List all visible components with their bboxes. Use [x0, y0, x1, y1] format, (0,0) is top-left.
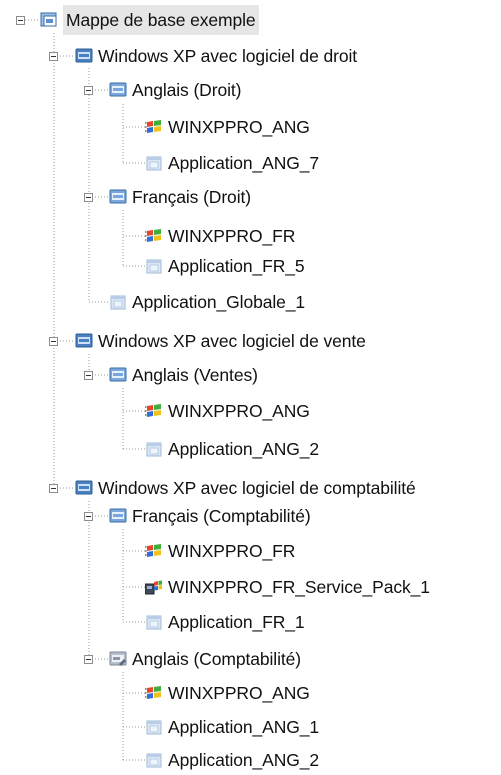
windows-flag-icon	[145, 120, 161, 133]
tree-node-label: Anglais (Droit)	[132, 80, 242, 100]
tree-node-app[interactable]: Application_ANG_2	[145, 434, 319, 464]
collapse-toggle-group-comptabilite[interactable]	[49, 484, 58, 493]
tree-node-app[interactable]: Application_Globale_1	[109, 287, 305, 317]
windows-flag-icon	[145, 404, 161, 417]
tree-node-label: WINXPPRO_FR_Service_Pack_1	[168, 577, 430, 597]
language-group-icon	[109, 189, 127, 204]
tree-node-label: WINXPPRO_FR	[168, 541, 296, 561]
map-tree: Mappe de base exemple Windows XP avec lo…	[0, 0, 501, 772]
language-group-icon	[109, 82, 127, 97]
collapse-toggle-anglais-droit[interactable]	[84, 86, 93, 95]
tree-node-subgroup[interactable]: Français (Droit)	[109, 182, 251, 212]
tree-node-os-image[interactable]: WINXPPRO_FR	[145, 221, 295, 251]
tree-node-group[interactable]: Windows XP avec logiciel de droit	[75, 41, 357, 71]
tree-node-label: Anglais (Ventes)	[132, 365, 258, 385]
tree-node-label: Application_FR_1	[168, 612, 305, 632]
tree-node-app[interactable]: Application_ANG_2	[145, 745, 319, 775]
application-icon	[146, 259, 162, 274]
tree-node-subgroup[interactable]: Anglais (Droit)	[109, 75, 241, 105]
collapse-toggle-francais-droit[interactable]	[84, 193, 93, 202]
tree-node-label: Windows XP avec logiciel de droit	[98, 46, 358, 66]
tree-node-subgroup[interactable]: Anglais (Comptabilité)	[109, 644, 301, 674]
group-folder-icon	[75, 480, 93, 495]
group-folder-icon	[75, 333, 93, 348]
windows-flag-icon	[145, 686, 161, 699]
application-icon	[146, 753, 162, 768]
tree-node-label: Application_ANG_2	[168, 439, 320, 459]
application-icon	[146, 156, 162, 171]
tree-node-app[interactable]: Application_FR_5	[145, 251, 305, 281]
tree-node-os-image[interactable]: WINXPPRO_ANG	[145, 396, 310, 426]
tree-node-subgroup[interactable]: Anglais (Ventes)	[109, 360, 258, 390]
collapse-toggle-group-droit[interactable]	[49, 52, 58, 61]
language-group-icon	[109, 367, 127, 382]
windows-flag-icon	[145, 229, 161, 242]
language-group-alt-icon	[109, 651, 127, 666]
tree-node-os-image[interactable]: WINXPPRO_ANG	[145, 678, 310, 708]
tree-node-service-pack[interactable]: WINXPPRO_FR_Service_Pack_1	[145, 572, 430, 602]
tree-node-label: Application_Globale_1	[132, 292, 306, 312]
tree-node-root[interactable]: Mappe de base exemple	[40, 5, 259, 35]
application-icon	[110, 295, 126, 310]
tree-node-label: Français (Comptabilité)	[132, 506, 311, 526]
tree-node-label: Mappe de base exemple	[63, 5, 259, 35]
collapse-toggle-anglais-ventes[interactable]	[84, 371, 93, 380]
windows-flag-icon	[145, 544, 161, 557]
tree-node-subgroup[interactable]: Français (Comptabilité)	[109, 501, 311, 531]
tree-node-label: WINXPPRO_FR	[168, 226, 296, 246]
application-icon	[146, 442, 162, 457]
collapse-toggle-anglais-comptabilite[interactable]	[84, 655, 93, 664]
tree-node-label: Windows XP avec logiciel de comptabilité	[98, 478, 416, 498]
tree-node-label: Application_ANG_2	[168, 750, 320, 770]
base-map-icon	[40, 12, 57, 27]
service-pack-icon	[145, 580, 162, 595]
tree-node-app[interactable]: Application_ANG_7	[145, 148, 319, 178]
language-group-icon	[109, 508, 127, 523]
collapse-toggle-root[interactable]	[16, 16, 25, 25]
tree-node-os-image[interactable]: WINXPPRO_ANG	[145, 112, 310, 142]
tree-node-app[interactable]: Application_ANG_1	[145, 712, 319, 742]
tree-node-label: Windows XP avec logiciel de vente	[98, 331, 366, 351]
tree-node-label: Application_FR_5	[168, 256, 305, 276]
tree-node-group[interactable]: Windows XP avec logiciel de vente	[75, 326, 366, 356]
application-icon	[146, 615, 162, 630]
tree-node-label: Anglais (Comptabilité)	[132, 649, 301, 669]
tree-node-label: Application_ANG_7	[168, 153, 320, 173]
application-icon	[146, 720, 162, 735]
tree-node-label: Français (Droit)	[132, 187, 251, 207]
tree-node-label: WINXPPRO_ANG	[168, 117, 310, 137]
tree-node-os-image[interactable]: WINXPPRO_FR	[145, 536, 295, 566]
tree-node-label: WINXPPRO_ANG	[168, 401, 310, 421]
tree-node-label: Application_ANG_1	[168, 717, 320, 737]
group-folder-icon	[75, 48, 93, 63]
collapse-toggle-group-vente[interactable]	[49, 337, 58, 346]
tree-node-label: WINXPPRO_ANG	[168, 683, 310, 703]
tree-node-group[interactable]: Windows XP avec logiciel de comptabilité	[75, 473, 416, 503]
collapse-toggle-francais-comptabilite[interactable]	[84, 512, 93, 521]
tree-node-app[interactable]: Application_FR_1	[145, 607, 305, 637]
